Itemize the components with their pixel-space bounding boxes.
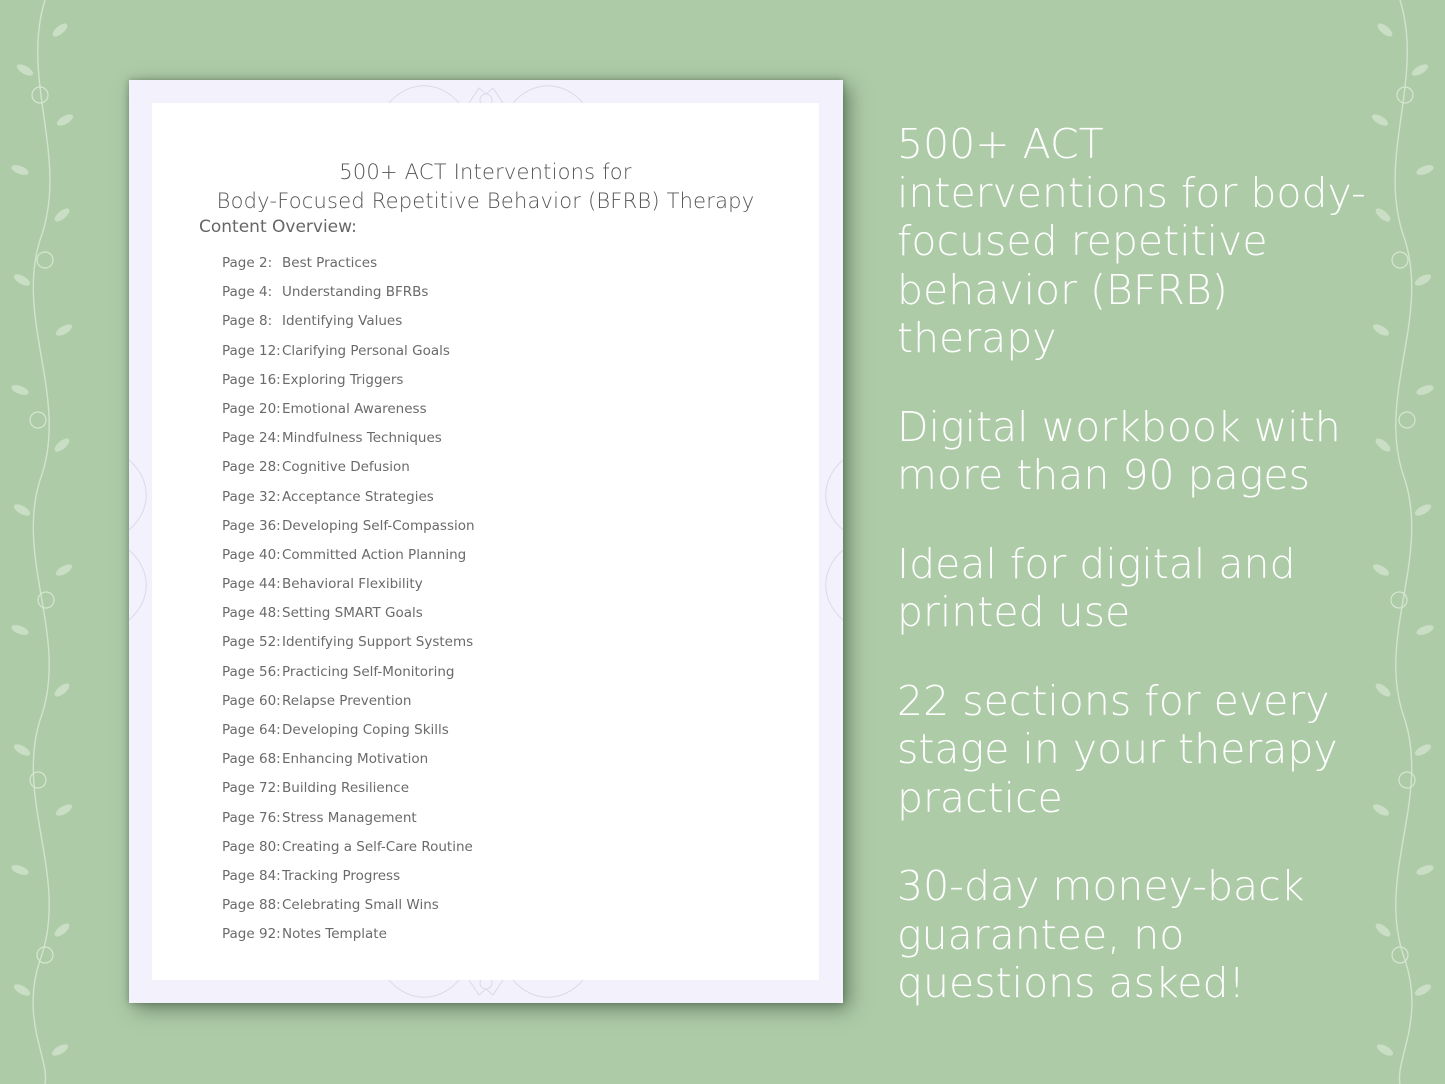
- toc-page-number: Page 40:: [222, 546, 281, 563]
- toc-page-number: Page 80:: [222, 838, 281, 855]
- toc-section-label: Understanding BFRBs: [282, 284, 429, 301]
- toc-page-number: Page 52:: [222, 634, 281, 651]
- toc-entry: Page 12:Clarifying Personal Goals: [222, 343, 475, 372]
- toc-entry: Page 68:Enhancing Motivation: [222, 751, 475, 780]
- toc-entry: Page 84:Tracking Progress: [222, 868, 475, 897]
- table-of-contents: Page 2: Best Practices Page 4: Understandin…: [222, 255, 475, 956]
- mandala-bottom-decoration: [388, 980, 584, 998]
- toc-entry: Page 2: Best Practices: [222, 255, 475, 284]
- toc-page-number: Page 4:: [222, 284, 273, 301]
- toc-section-label: Mindfulness Techniques: [282, 430, 442, 447]
- toc-section-label: Developing Self-Compassion: [282, 517, 475, 534]
- document-title-line-2: Body-Focused Repetitive Behavior (BFRB) …: [216, 189, 755, 213]
- feature-list: 500+ ACT interventions for body-focused …: [897, 120, 1367, 1048]
- feature-text: 30-day money-back guarantee, no question…: [897, 862, 1305, 1007]
- floral-vine-right-decoration: [1371, 0, 1434, 1084]
- toc-page-number: Page 28:: [222, 459, 281, 476]
- feature-text: 500+ ACT interventions for body-focused …: [897, 120, 1366, 362]
- toc-entry: Page 24:Mindfulness Techniques: [222, 430, 475, 459]
- toc-entry: Page 8: Identifying Values: [222, 313, 475, 342]
- toc-section-label: Best Practices: [282, 255, 378, 271]
- toc-page-number: Page 88:: [222, 897, 281, 914]
- toc-entry: Page 64:Developing Coping Skills: [222, 722, 475, 751]
- toc-entry: Page 28:Cognitive Defusion: [222, 459, 475, 488]
- toc-page-number: Page 48:: [222, 605, 281, 622]
- mandala-top-decoration: [388, 85, 584, 103]
- toc-entry: Page 56:Practicing Self-Monitoring: [222, 664, 475, 693]
- toc-page-number: Page 8:: [222, 313, 273, 330]
- document-title-line-1: 500+ ACT Interventions for: [339, 160, 632, 184]
- toc-entry: Page 60:Relapse Prevention: [222, 693, 475, 722]
- toc-section-label: Setting SMART Goals: [282, 605, 423, 622]
- toc-entry: Page 80:Creating a Self-Care Routine: [222, 839, 475, 868]
- toc-entry: Page 88:Celebrating Small Wins: [222, 897, 475, 926]
- toc-page-number: Page 68:: [222, 751, 281, 768]
- toc-page-number: Page 36:: [222, 517, 281, 534]
- toc-entry: Page 92:Notes Template: [222, 926, 475, 955]
- toc-section-label: Cognitive Defusion: [282, 459, 410, 476]
- toc-page-number: Page 2:: [222, 255, 273, 271]
- toc-page-number: Page 32:: [222, 488, 281, 505]
- toc-section-label: Committed Action Planning: [282, 546, 467, 563]
- toc-section-label: Enhancing Motivation: [282, 751, 429, 768]
- toc-page-number: Page 76:: [222, 809, 281, 826]
- toc-entry: Page 76:Stress Management: [222, 810, 475, 839]
- document-title: 500+ ACT Interventions for Body-Focused …: [152, 158, 819, 216]
- toc-page-number: Page 84:: [222, 867, 281, 884]
- toc-section-label: Celebrating Small Wins: [282, 897, 439, 914]
- toc-section-label: Behavioral Flexibility: [282, 576, 423, 593]
- toc-section-label: Emotional Awareness: [282, 400, 427, 417]
- toc-entry: Page 40:Committed Action Planning: [222, 547, 475, 576]
- mandala-right-decoration: [825, 459, 843, 621]
- toc-entry: Page 16:Exploring Triggers: [222, 372, 475, 401]
- toc-entry: Page 20:Emotional Awareness: [222, 401, 475, 430]
- toc-section-label: Notes Template: [282, 926, 387, 943]
- toc-section-label: Acceptance Strategies: [282, 488, 434, 505]
- toc-entry: Page 72:Building Resilience: [222, 780, 475, 809]
- toc-page-number: Page 60:: [222, 692, 281, 709]
- toc-section-label: Tracking Progress: [282, 867, 401, 884]
- toc-entry: Page 52:Identifying Support Systems: [222, 634, 475, 663]
- workbook-page-preview: 500+ ACT Interventions for Body-Focused …: [129, 80, 843, 1003]
- toc-entry: Page 32:Acceptance Strategies: [222, 489, 475, 518]
- feature-text: Ideal for digital and printed use: [897, 539, 1296, 637]
- toc-page-number: Page 72:: [222, 780, 281, 797]
- toc-section-label: Relapse Prevention: [282, 692, 412, 709]
- toc-page-number: Page 24:: [222, 430, 281, 447]
- toc-entry: Page 44:Behavioral Flexibility: [222, 576, 475, 605]
- content-overview-heading: Content Overview:: [199, 217, 357, 237]
- page-content: 500+ ACT Interventions for Body-Focused …: [152, 103, 819, 980]
- toc-page-number: Page 20:: [222, 400, 281, 417]
- mandala-left-decoration: [129, 459, 147, 621]
- toc-page-number: Page 16:: [222, 371, 281, 388]
- toc-section-label: Building Resilience: [282, 780, 410, 797]
- toc-entry: Page 48:Setting SMART Goals: [222, 605, 475, 634]
- toc-page-number: Page 12:: [222, 342, 281, 359]
- toc-section-label: Stress Management: [282, 809, 417, 826]
- toc-entry: Page 4: Understanding BFRBs: [222, 284, 475, 313]
- toc-page-number: Page 56:: [222, 663, 281, 680]
- toc-entry: Page 36:Developing Self-Compassion: [222, 518, 475, 547]
- toc-section-label: Developing Coping Skills: [282, 722, 449, 738]
- toc-section-label: Clarifying Personal Goals: [282, 342, 450, 359]
- toc-section-label: Identifying Support Systems: [282, 634, 474, 651]
- toc-page-number: Page 92:: [222, 926, 281, 943]
- toc-section-label: Creating a Self-Care Routine: [282, 838, 473, 855]
- toc-section-label: Identifying Values: [282, 313, 403, 330]
- floral-vine-left-decoration: [11, 0, 74, 1084]
- toc-page-number: Page 64:: [222, 722, 281, 738]
- toc-page-number: Page 44:: [222, 576, 281, 593]
- toc-section-label: Exploring Triggers: [282, 371, 404, 388]
- feature-text: 22 sections for every stage in your ther…: [897, 676, 1338, 822]
- toc-section-label: Practicing Self-Monitoring: [282, 663, 455, 680]
- feature-text: Digital workbook with more than 90 pages: [897, 402, 1341, 500]
